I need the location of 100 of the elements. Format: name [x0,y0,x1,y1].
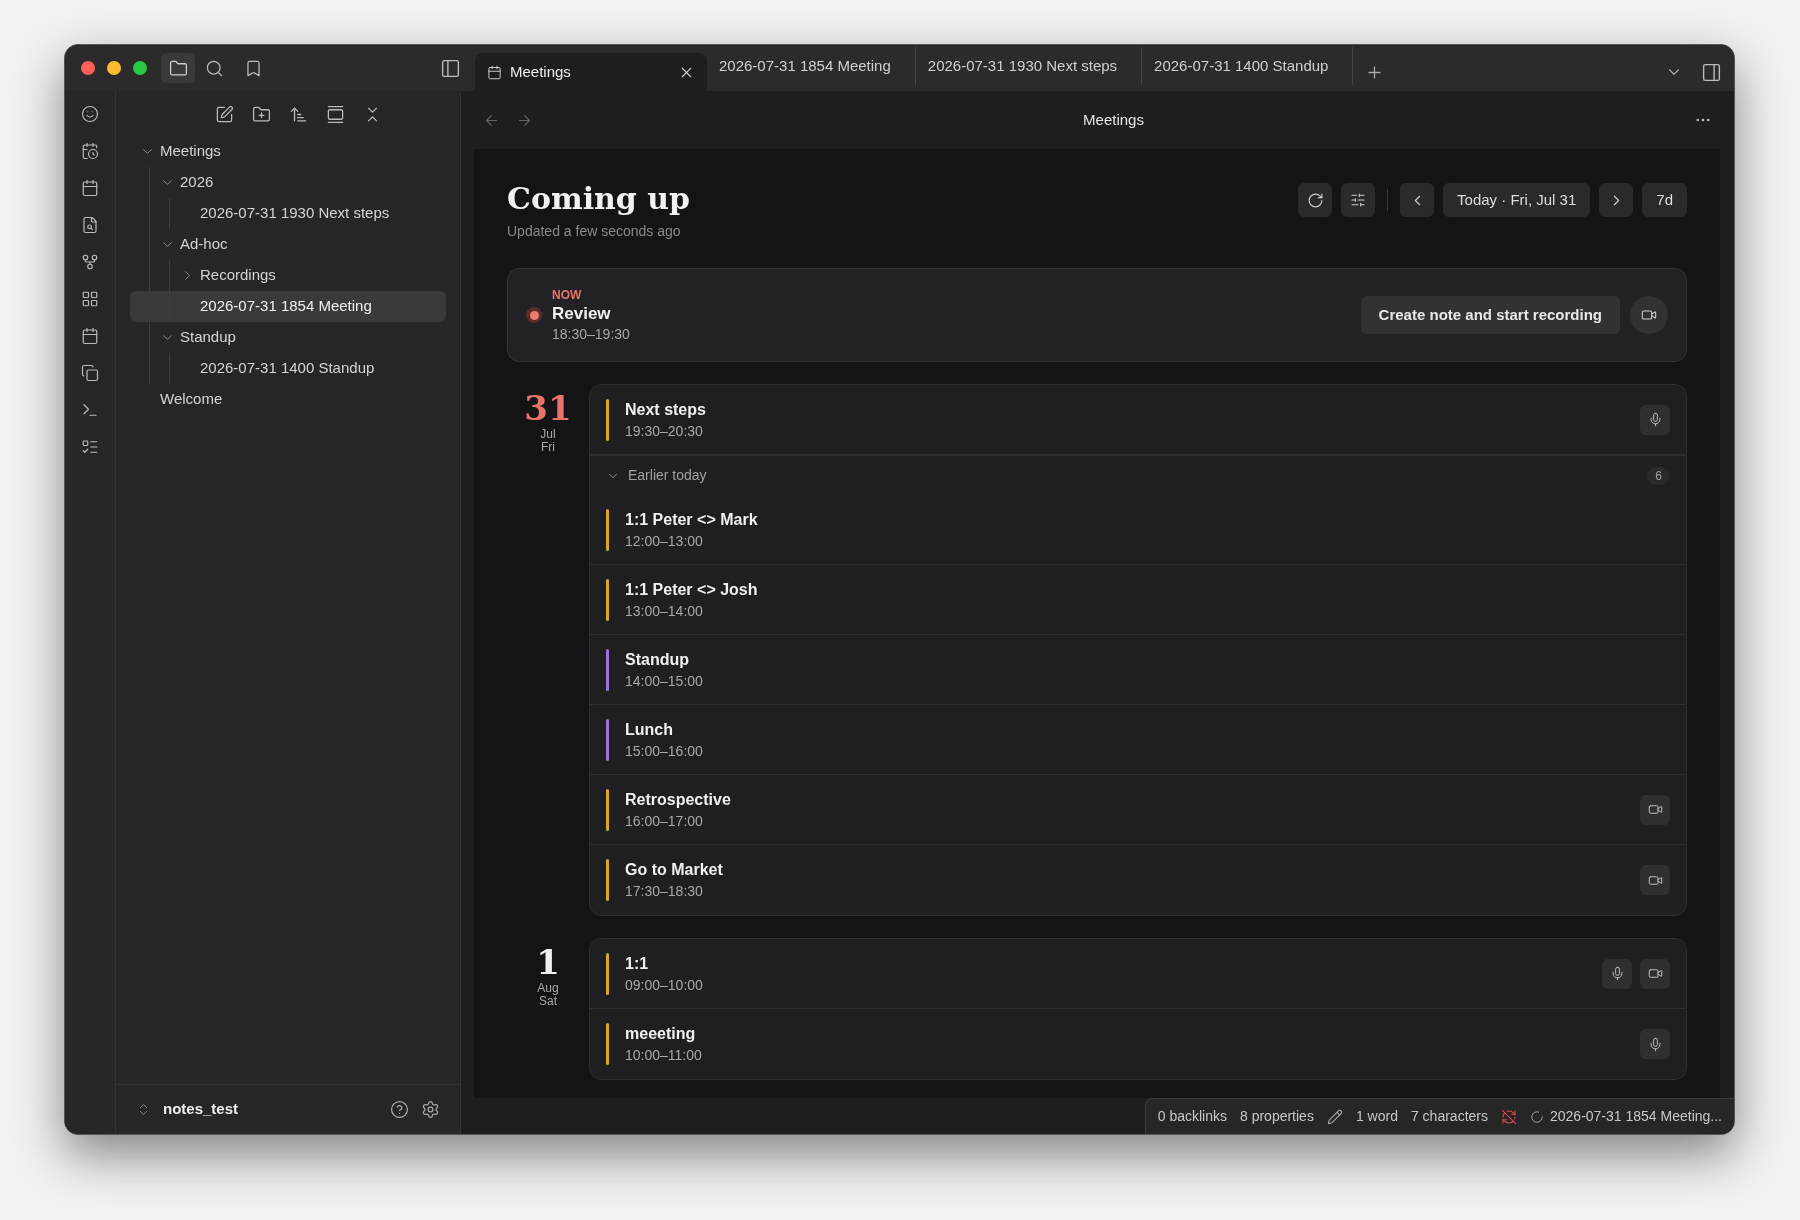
minimize-window-button[interactable] [107,61,121,75]
video-camera-icon [1647,802,1663,817]
refresh-icon [1306,191,1324,209]
date-number: 31 [524,388,572,428]
page-heading: Coming up [507,180,691,218]
sidebar-toggle-icon[interactable] [440,57,461,79]
folder-item[interactable]: 2026 [130,167,446,198]
status-text: 1 word [1355,1107,1398,1126]
close-window-button[interactable] [81,61,95,75]
terminal-icon[interactable] [81,401,99,419]
event-title: Next steps [625,399,707,420]
group-label: Earlier today [628,466,708,485]
date-button[interactable]: Today · Fri, Jul 31 [1443,183,1591,217]
sync-off-icon[interactable] [1501,1108,1517,1125]
calendar-icon[interactable] [487,64,502,80]
calendar-icon[interactable] [81,179,99,197]
range-button[interactable]: 7d [1642,183,1687,217]
event-time: 16:00–17:00 [625,811,704,831]
refresh-button[interactable] [1298,183,1333,217]
file-search-icon[interactable] [81,216,99,234]
record-audio-button[interactable] [1640,1029,1670,1059]
vault-name[interactable]: notes_test [163,1098,378,1121]
tab[interactable]: 2026-07-31 1400 Standup [1142,47,1354,85]
calendar-clock-icon[interactable] [81,142,99,160]
tab[interactable]: 2026-07-31 1930 Next steps [915,47,1143,85]
event-time: 18:30–19:30 [552,324,631,343]
calendar-icon[interactable] [81,327,99,345]
status-text: 0 backlinks [1157,1107,1227,1126]
checklist-icon[interactable] [81,438,99,456]
settings-icon[interactable] [421,1100,440,1119]
event-time: 10:00–11:00 [625,1046,703,1065]
count-badge: 6 [1647,466,1670,485]
file-item[interactable]: Welcome [130,384,446,415]
event-row[interactable]: meeeting 10:00–11:00 [590,1009,1686,1079]
event-title: 1:1 [625,953,650,974]
folder-item[interactable]: Ad-hoc [130,229,446,260]
date-weekday: Sat [539,995,557,1008]
smile-icon[interactable] [81,105,99,123]
record-audio-button[interactable] [1640,404,1670,435]
filter-button[interactable] [1341,183,1376,217]
event-title: Lunch [625,719,674,740]
status-text: 2026-07-31 1854 Meeting... [1550,1107,1722,1126]
view-title: Meetings [1082,109,1145,130]
spinner-icon[interactable] [1530,1109,1544,1124]
create-note-and-record-button[interactable]: Create note and start recording [1360,296,1620,334]
event-time: 12:00–13:00 [625,531,704,551]
sort-icon[interactable] [288,105,308,124]
folder-icon [168,58,188,78]
record-video-button[interactable] [1630,296,1668,334]
event-time: 09:00–10:00 [625,975,704,995]
event-row[interactable]: Lunch 15:00–16:00 [590,705,1686,775]
event-time: 13:00–14:00 [625,601,704,621]
video-camera-icon [1641,307,1657,323]
event-time: 19:30–20:30 [625,421,704,441]
reveal-file-icon[interactable] [325,105,345,124]
event-row[interactable]: Retrospective 16:00–17:00 [590,775,1686,845]
event-row[interactable]: Standup 14:00–15:00 [590,635,1686,705]
record-audio-button[interactable] [1602,958,1632,989]
video-camera-icon [1647,966,1663,981]
folder-item[interactable]: Meetings [130,136,446,167]
help-icon[interactable] [390,1100,409,1119]
event-title: Retrospective [625,789,732,810]
microphone-icon [1647,412,1663,427]
pencil-icon[interactable] [1326,1108,1343,1125]
event-row[interactable]: Next steps 19:30–20:30 [590,385,1686,455]
bookmark-icon[interactable] [244,58,263,78]
event-title: meeeting [625,1024,697,1044]
sliders-icon [1350,192,1367,208]
folder-item[interactable]: Recordings [130,260,446,291]
earlier-today-toggle[interactable]: Earlier today 6 [590,455,1686,495]
copy-icon[interactable] [81,364,99,382]
event-row[interactable]: 1:1 Peter <> Mark 12:00–13:00 [590,495,1686,565]
record-video-button[interactable] [1640,794,1670,825]
new-note-icon[interactable] [214,105,234,124]
file-item[interactable]: 2026-07-31 1930 Next steps [130,198,446,229]
status-text: 7 characters [1410,1107,1488,1126]
status-text: 8 properties [1239,1107,1314,1126]
event-time: 15:00–16:00 [625,741,704,761]
microphone-icon [1609,966,1625,981]
record-video-button[interactable] [1640,865,1670,895]
right-sidebar-toggle-icon[interactable] [1701,61,1722,83]
event-time: 14:00–15:00 [625,671,704,691]
event-row[interactable]: 1:1 09:00–10:00 [590,939,1686,1009]
record-video-button[interactable] [1640,958,1670,989]
event-row[interactable]: Go to Market 17:30–18:30 [590,845,1686,915]
file-item[interactable]: 2026-07-31 1854 Meeting [130,291,446,322]
event-title: Review [552,302,612,325]
tab[interactable]: 2026-07-31 1854 Meeting [707,47,916,85]
maximize-window-button[interactable] [133,61,147,75]
new-folder-icon[interactable] [251,105,271,124]
date-month: Jul [540,428,556,441]
updated-text: Updated a few seconds ago [507,222,682,241]
graph-icon[interactable] [81,253,99,271]
event-row[interactable]: 1:1 Peter <> Josh 13:00–14:00 [590,565,1686,635]
grid-icon[interactable] [81,290,99,308]
file-explorer-button[interactable] [161,53,195,83]
file-item[interactable]: 2026-07-31 1400 Standup [130,353,446,384]
search-icon[interactable] [205,58,224,78]
tab[interactable]: Meetings [475,53,707,91]
folder-item[interactable]: Standup [130,322,446,353]
